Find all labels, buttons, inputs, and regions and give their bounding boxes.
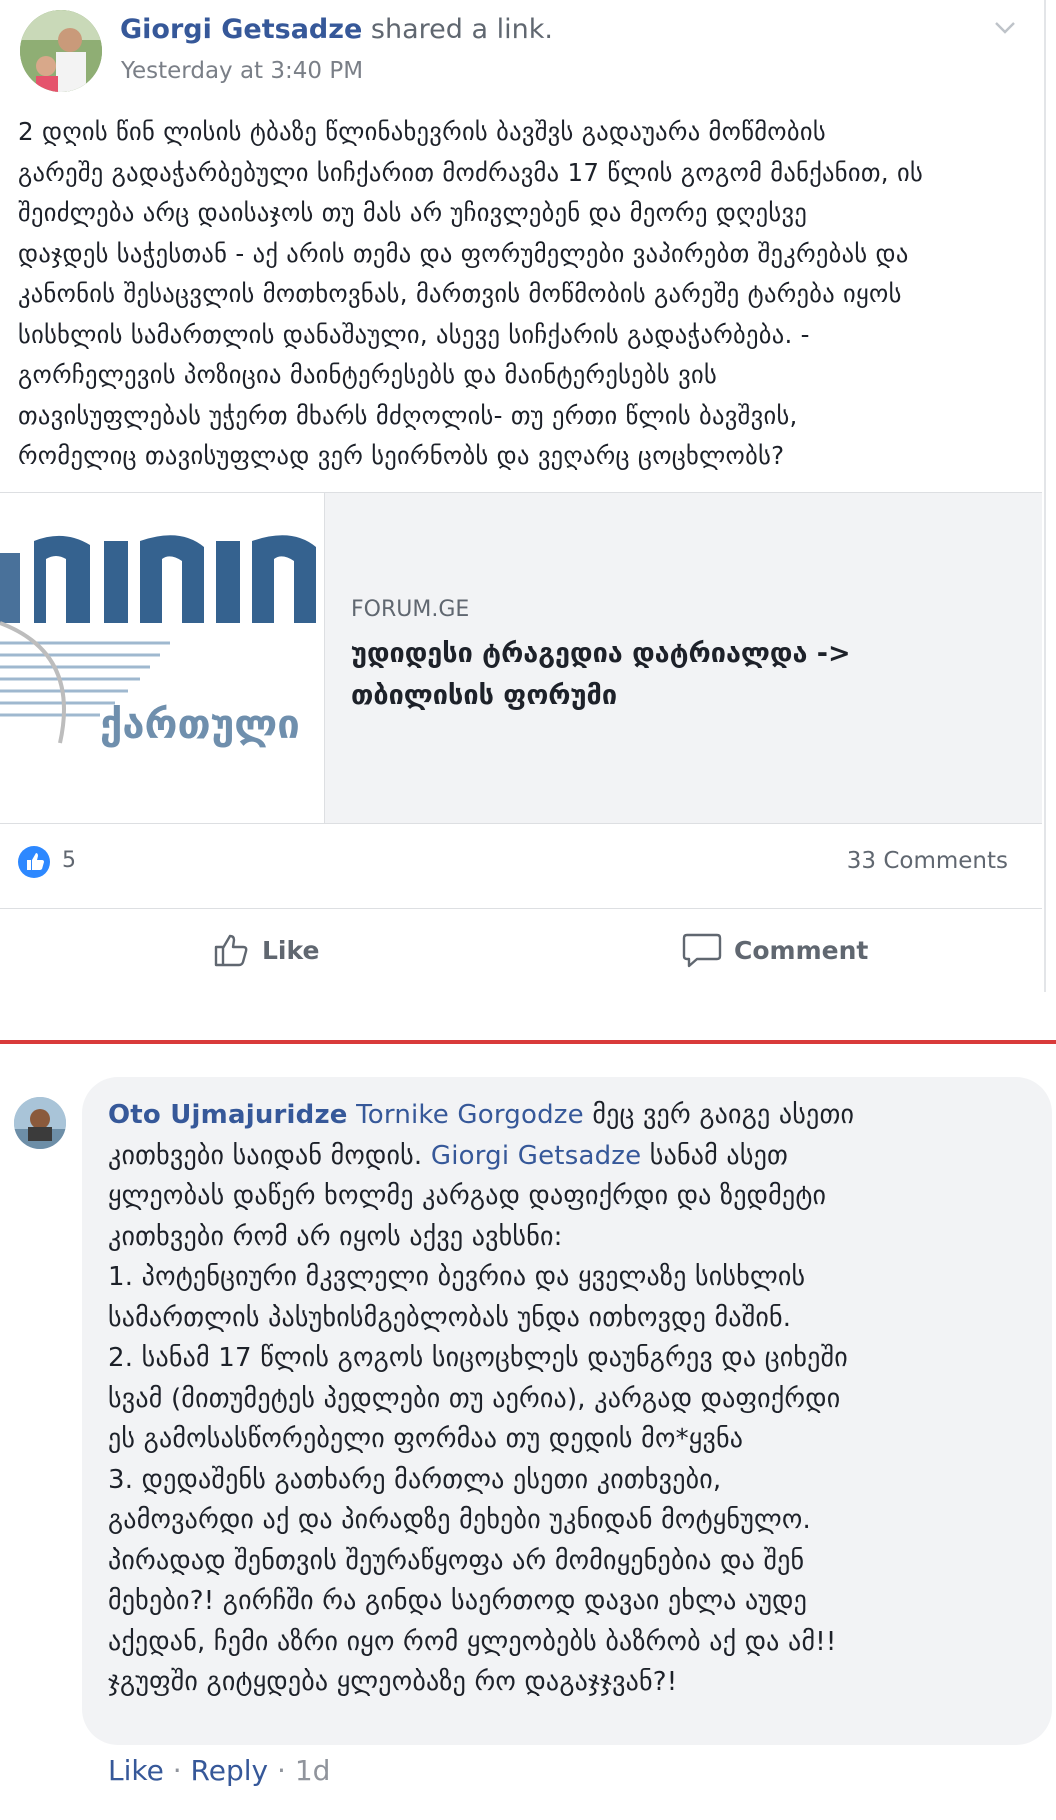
comment-line: მეხები?! გირჩში რა გინდა საერთოდ დავაი ე… [108,1586,808,1616]
comment-line: კითხვები საიდან მოდის. Giorgi Getsadze ს… [108,1136,1028,1177]
comment-line: 1. პოტენციური მკვლელი ბევრია და ყველაზე … [108,1262,806,1292]
red-divider-line [0,1040,1056,1044]
separator-dot: · [172,1754,182,1787]
separator-dot: · [277,1754,286,1787]
link-title[interactable]: უდიდესი ტრაგედია დატრიალდა -> თბილისის ფ… [351,633,991,717]
link-domain: FORUM.GE [351,597,470,622]
comment-button[interactable]: Comment [682,927,868,973]
commenter-name[interactable]: Oto Ujmajuridze [108,1100,348,1130]
mention-tornike[interactable]: Tornike Gorgodze [356,1100,584,1130]
comment-line-text: სანამ ასეთ [641,1140,789,1171]
comment-line: 3. დედაშენს გათხარე მართლა ესეთი კითხვებ… [108,1464,722,1495]
speech-bubble-icon [682,933,722,968]
thumbs-up-icon [214,934,248,967]
comments-count[interactable]: 33 Comments [847,848,1008,874]
post-message: 2 დღის წინ ლისის ტბაზე წლინახევრის ბავშვ… [18,117,924,470]
comment-line-text: მეც ვერ გაიგე ასეთი [583,1100,855,1130]
author-avatar[interactable] [20,10,102,92]
comment-line: Oto Ujmajuridze Tornike Gorgodze მეც ვერ… [108,1095,1028,1136]
comment-line: სამართლის პასუხისმგებლობას უნდა ითხოვდე … [108,1302,792,1333]
link-thumbnail: ქართული [0,493,325,823]
comment-line-text: კითხვები საიდან მოდის. [108,1140,431,1171]
commenter-avatar[interactable] [14,1097,66,1149]
shared-action: shared a link. [370,14,553,45]
post-card: Giorgi Getsadze shared a link. Yesterday… [0,0,1046,992]
comment-actions: Like · Reply · 1d [108,1754,330,1787]
comment-line: სვამ (მითუმეტეს პედლები თუ აერია), კარგა… [108,1383,841,1414]
mention-giorgi[interactable]: Giorgi Getsadze [431,1141,641,1171]
like-reaction-icon [18,846,50,878]
comment-button-label: Comment [734,935,869,965]
comment-line: პირადად შენთვის შეურაწყოფა არ მომიყენები… [108,1545,805,1576]
comment-line: 2. სანამ 17 წლის გოგოს სიცოცხლეს დაუნგრე… [108,1343,848,1373]
comment-line: გამოვარდი აქ და პირადზე მეხები უკნიდან მ… [108,1505,811,1535]
post-header: Giorgi Getsadze shared a link. [120,14,553,45]
comment-reply-link[interactable]: Reply [191,1754,269,1787]
like-count: 5 [62,848,76,873]
comment-bubble: Oto Ujmajuridze Tornike Gorgodze მეც ვერ… [82,1077,1052,1745]
comment-line: ჯგუფში გიტყდება ყლეობაზე რო დაგაჯჯვან?! [108,1667,678,1697]
chevron-down-icon[interactable] [992,14,1018,40]
post-timestamp[interactable]: Yesterday at 3:40 PM [121,58,363,84]
post-action-bar: Like Comment [0,908,1042,993]
author-name[interactable]: Giorgi Getsadze [120,14,362,45]
comment-line: კითხვები რომ არ იყოს აქვე ავხსნი: [108,1221,563,1252]
comment-line: ეს გამოსასწორებელი ფორმაა თუ დედის მო*ყვ… [108,1424,744,1454]
like-button-label: Like [262,935,320,965]
comment-line: აქედან, ჩემი აზრი იყო რომ ყლეობებს ბაზრო… [108,1626,837,1657]
link-preview[interactable]: ქართული FORUM.GE უდიდესი ტრაგედია დატრია… [0,492,1042,824]
comment-like-link[interactable]: Like [108,1754,164,1787]
svg-text:ქართული: ქართული [100,702,300,748]
comment-body: Oto Ujmajuridze Tornike Gorgodze მეც ვერ… [108,1095,1028,1703]
comment-line: ყლეობას დაწერ ხოლმე კარგად დაფიქრდი და ზ… [108,1181,827,1211]
comment-age[interactable]: 1d [295,1754,331,1787]
like-button[interactable]: Like [212,927,319,973]
